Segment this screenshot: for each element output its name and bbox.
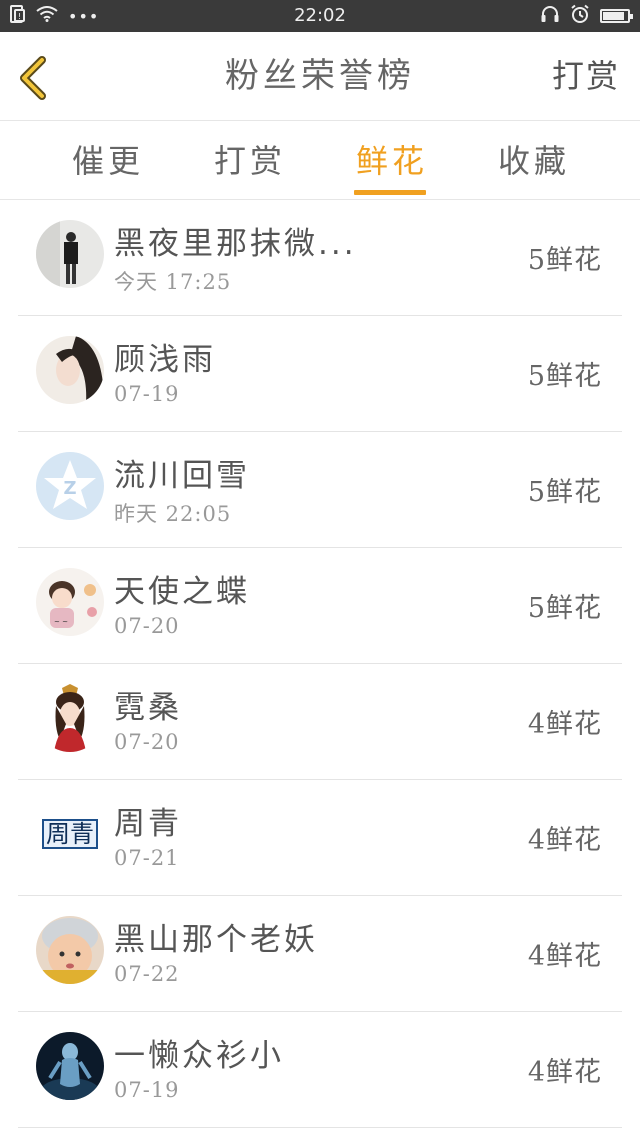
fan-name: 天使之蝶 <box>114 574 250 610</box>
tab-flowers[interactable]: 鲜花 <box>354 121 429 199</box>
count-unit: 鲜花 <box>546 825 602 856</box>
fan-name: 黑夜里那抹微... <box>114 226 357 262</box>
list-item[interactable]: 顾浅雨 07-19 5鲜花 <box>18 316 622 432</box>
count-value: 4 <box>527 709 546 740</box>
flower-count: 5鲜花 <box>528 354 602 393</box>
fan-name: 顾浅雨 <box>114 342 216 378</box>
flower-count: 5鲜花 <box>528 238 602 277</box>
flower-count: 4鲜花 <box>528 1050 602 1089</box>
count-unit: 鲜花 <box>546 477 602 508</box>
tab-reward[interactable]: 打赏 <box>214 121 286 199</box>
avatar <box>36 916 104 984</box>
tab-label: 鲜花 <box>356 142 429 180</box>
reward-button[interactable]: 打赏 <box>552 32 620 120</box>
list-item[interactable]: 霓桑 07-20 4鲜花 <box>18 664 622 780</box>
count-value: 5 <box>527 593 546 624</box>
count-value: 5 <box>527 245 546 276</box>
count-unit: 鲜花 <box>546 593 602 624</box>
active-tab-indicator <box>354 190 426 195</box>
list-item[interactable]: 黑山那个老妖 07-22 4鲜花 <box>18 896 622 1012</box>
fan-date: 昨天 22:05 <box>114 502 232 526</box>
text-avatar: 周青 <box>42 819 98 849</box>
tab-label: 打赏 <box>214 142 287 180</box>
list-item[interactable]: 周青 周青 07-21 4鲜花 <box>18 780 622 896</box>
count-unit: 鲜花 <box>546 245 602 276</box>
count-value: 5 <box>527 477 546 508</box>
avatar: 周青 <box>36 800 104 868</box>
flower-count: 4鲜花 <box>528 702 602 741</box>
tab-urge[interactable]: 催更 <box>72 121 144 199</box>
flower-count: 5鲜花 <box>528 586 602 625</box>
status-bar: ! ••• 22:02 <box>0 0 640 32</box>
tab-label: 收藏 <box>498 142 571 180</box>
fan-name: 周青 <box>114 806 182 842</box>
tab-collect[interactable]: 收藏 <box>498 121 570 199</box>
list-item[interactable]: 黑夜里那抹微... 今天 17:25 5鲜花 <box>18 200 622 316</box>
avatar: Z <box>36 452 104 520</box>
avatar <box>36 684 104 752</box>
svg-text:Z: Z <box>63 478 76 499</box>
avatar <box>36 1032 104 1100</box>
fan-date: 07-19 <box>114 1078 180 1102</box>
list-item[interactable]: ~ ~ 天使之蝶 07-20 5鲜花 <box>18 548 622 664</box>
count-unit: 鲜花 <box>546 709 602 740</box>
status-right <box>540 0 633 32</box>
list-item[interactable]: Z 流川回雪 昨天 22:05 5鲜花 <box>18 432 622 548</box>
avatar <box>36 336 104 404</box>
fan-date: 今天 17:25 <box>114 270 232 294</box>
page-title: 粉丝荣誉榜 <box>225 56 415 96</box>
fan-date: 07-19 <box>114 382 180 406</box>
count-value: 4 <box>527 1057 546 1088</box>
fan-name: 黑山那个老妖 <box>114 922 318 958</box>
fan-date: 07-20 <box>114 614 180 638</box>
fan-name: 霓桑 <box>114 690 182 726</box>
fan-date: 07-20 <box>114 730 180 754</box>
tab-label: 催更 <box>72 142 145 180</box>
fan-name: 流川回雪 <box>114 458 250 494</box>
fan-list: 黑夜里那抹微... 今天 17:25 5鲜花 顾浅雨 07-19 5鲜花 Z 流… <box>0 200 640 1128</box>
alarm-icon <box>570 4 590 28</box>
svg-text:~ ~: ~ ~ <box>54 618 68 626</box>
count-unit: 鲜花 <box>546 941 602 972</box>
count-value: 4 <box>527 941 546 972</box>
app-header: 粉丝荣誉榜 打赏 <box>0 32 640 121</box>
avatar <box>36 220 104 288</box>
count-value: 4 <box>527 825 546 856</box>
avatar: ~ ~ <box>36 568 104 636</box>
battery-icon <box>600 9 633 23</box>
count-unit: 鲜花 <box>546 361 602 392</box>
count-unit: 鲜花 <box>546 1057 602 1088</box>
tab-bar: 催更 打赏 鲜花 收藏 <box>0 121 640 200</box>
fan-name: 一懒众衫小 <box>114 1038 284 1074</box>
list-item[interactable]: 一懒众衫小 07-19 4鲜花 <box>18 1012 622 1128</box>
flower-count: 4鲜花 <box>528 818 602 857</box>
flower-count: 4鲜花 <box>528 934 602 973</box>
flower-count: 5鲜花 <box>528 470 602 509</box>
fan-date: 07-22 <box>114 962 180 986</box>
fan-date: 07-21 <box>114 846 180 870</box>
count-value: 5 <box>527 361 546 392</box>
headphones-icon <box>540 5 560 27</box>
